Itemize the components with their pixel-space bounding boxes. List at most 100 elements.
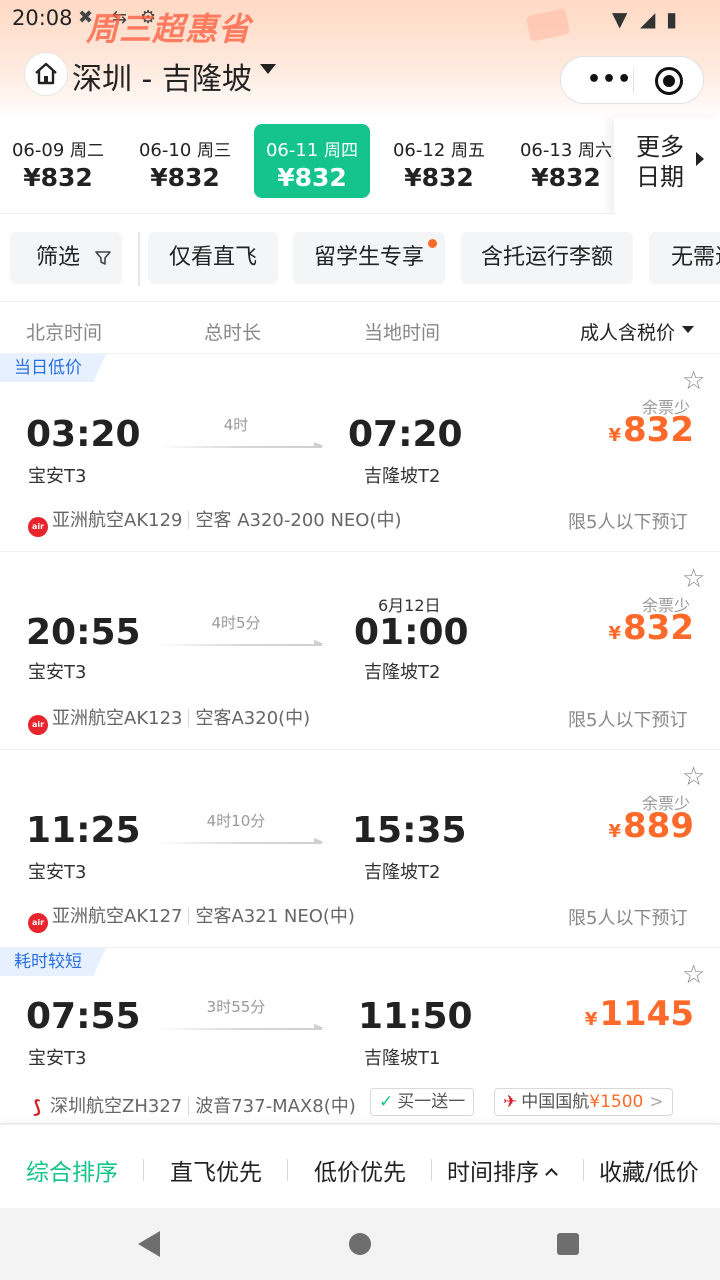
sort-bar: 综合排序 直飞优先 低价优先 时间排序 收藏/低价: [0, 1124, 720, 1208]
weekday-label: 周五: [451, 141, 486, 161]
favorite-star-icon[interactable]: ☆: [682, 762, 705, 792]
airasia-logo-icon: air: [28, 913, 48, 933]
favorite-star-icon[interactable]: ☆: [682, 960, 705, 990]
filter-divider: [138, 232, 140, 286]
arrival-airport: 吉隆坡T2: [364, 662, 441, 683]
chevron-up-icon: [545, 1168, 558, 1181]
home-button[interactable]: [24, 52, 68, 96]
partner-price-badge[interactable]: ✈ 中国国航¥1500 >: [494, 1088, 673, 1116]
chip-baggage[interactable]: 含托运行李额: [461, 232, 633, 284]
column-header: 北京时间 总时长 当地时间 成人含税价: [0, 302, 720, 354]
chip-direct-only[interactable]: 仅看直飞: [148, 232, 278, 284]
airasia-logo-icon: air: [28, 517, 48, 537]
departure-time: 03:20: [26, 414, 141, 455]
system-nav-bar: [0, 1208, 720, 1280]
date-item[interactable]: 06-12 周五 ¥832: [381, 124, 497, 198]
flight-card[interactable]: ☆ 11:25 宝安T3 4时10分 15:35 吉隆坡T2 余票少 ¥889 …: [0, 750, 720, 948]
date-strip: 06-09 周二 ¥832 06-10 周三 ¥832 06-11 周四 ¥83…: [0, 118, 720, 214]
status-bar: 20:08 ✖ ⇆ ⚙ 周三超惠省 ▼ ◢ ▮: [0, 0, 720, 48]
date-label: 06-11: [265, 140, 319, 161]
airline-info: air 亚洲航空AK123 空客A320(中): [28, 704, 310, 735]
departure-airport: 宝安T3: [28, 662, 87, 683]
arrival-time: 07:20: [348, 414, 463, 455]
favorite-star-icon[interactable]: ☆: [682, 564, 705, 594]
price-sort-toggle[interactable]: 成人含税价: [580, 318, 675, 345]
duration: 4时: [223, 416, 249, 434]
aircraft-type: 波音737-MAX8(中): [195, 1096, 356, 1117]
arrival-airport: 吉隆坡T2: [364, 862, 441, 883]
route-dropdown-icon[interactable]: [260, 64, 276, 74]
chip-student[interactable]: 留学生专享: [293, 232, 445, 284]
divider: [287, 1159, 288, 1181]
aircraft-type: 空客 A320-200 NEO(中): [195, 510, 402, 531]
booking-limit: 限5人以下预订: [568, 710, 688, 731]
chip-no-visa[interactable]: 无需退: [649, 232, 720, 284]
tag-badge: 耗时较短: [0, 948, 106, 976]
more-dates-button[interactable]: 更多日期: [614, 118, 720, 214]
airline-info: ⟆ 深圳航空ZH327 波音737-MAX8(中): [26, 1092, 356, 1118]
duration-arrow-icon: [156, 838, 324, 844]
favorite-star-icon[interactable]: ☆: [682, 366, 705, 396]
weekday-label: 周四: [324, 141, 359, 161]
sort-by-time[interactable]: 时间排序: [447, 1153, 558, 1187]
sort-favorites[interactable]: 收藏/低价: [599, 1153, 699, 1187]
wifi-icon: ▼: [612, 7, 628, 31]
departure-airport: 宝安T3: [28, 466, 87, 487]
duration: 4时10分: [206, 812, 266, 830]
date-item[interactable]: 06-13 周六 ¥832: [508, 124, 624, 198]
promo-badge[interactable]: ✓ 买一送一: [370, 1088, 475, 1116]
sort-comprehensive[interactable]: 综合排序: [26, 1153, 118, 1187]
col-total-duration: 总时长: [204, 322, 262, 344]
sort-low-price[interactable]: 低价优先: [314, 1153, 406, 1187]
recent-apps-icon[interactable]: [557, 1233, 579, 1255]
promo-banner-text: 周三超惠省: [86, 10, 252, 48]
price-value: 1145: [599, 994, 694, 1034]
check-icon: ✓: [379, 1092, 394, 1112]
airline-info: air 亚洲航空AK127 空客A321 NEO(中): [28, 902, 355, 933]
battery-icon: ▮: [666, 7, 678, 31]
close-miniapp-icon[interactable]: [655, 67, 683, 95]
flight-card[interactable]: 当日低价 ☆ 03:20 宝安T3 4时 07:20 吉隆坡T2 余票少 ¥83…: [0, 354, 720, 552]
date-price: ¥832: [277, 163, 347, 192]
duration-arrow-icon: [156, 442, 324, 448]
more-dates-label: 更多日期: [636, 133, 684, 191]
shenzhen-airlines-logo-icon: ⟆: [32, 1097, 42, 1118]
duration-arrow-icon: [156, 1024, 324, 1030]
back-icon[interactable]: [138, 1231, 160, 1257]
divider: [188, 709, 190, 727]
route-title[interactable]: 深圳 - 吉隆坡: [72, 54, 252, 98]
departure-time: 11:25: [26, 810, 141, 851]
col-local-time: 当地时间: [364, 322, 441, 344]
airline-flight: 深圳航空ZH327: [50, 1096, 183, 1117]
currency-symbol: ¥: [608, 623, 622, 644]
duration: 3时55分: [206, 998, 266, 1016]
capsule-divider: [633, 69, 634, 93]
arrival-time: 15:35: [352, 810, 467, 851]
promo-decoration: [525, 8, 571, 42]
filter-button[interactable]: 筛选: [10, 232, 122, 284]
promo-badge-label: 买一送一: [397, 1092, 466, 1112]
home-nav-icon[interactable]: [349, 1233, 371, 1255]
flight-card[interactable]: 耗时较短 ☆ 07:55 宝安T3 3时55分 11:50 吉隆坡T1 ¥114…: [0, 948, 720, 1124]
header: 20:08 ✖ ⇆ ⚙ 周三超惠省 ▼ ◢ ▮ 深圳 - 吉隆坡 •••: [0, 0, 720, 120]
divider: [188, 1097, 190, 1115]
currency-symbol: ¥: [608, 425, 622, 446]
funnel-icon: [95, 251, 111, 265]
miniapp-capsule: •••: [560, 56, 704, 104]
date-item[interactable]: 06-10 周三 ¥832: [127, 124, 243, 198]
sort-direct-first[interactable]: 直飞优先: [170, 1153, 262, 1187]
divider: [583, 1159, 584, 1181]
aircraft-type: 空客A320(中): [195, 708, 311, 729]
currency-symbol: ¥: [608, 821, 622, 842]
caret-down-icon: [682, 326, 694, 333]
date-item-selected[interactable]: 06-11 周四 ¥832: [254, 124, 370, 198]
date-label: 06-10: [138, 140, 192, 161]
date-item[interactable]: 06-09 周二 ¥832: [0, 124, 116, 198]
flight-card[interactable]: ☆ 20:55 宝安T3 4时5分 6月12日 01:00 吉隆坡T2 余票少 …: [0, 552, 720, 750]
home-icon: [35, 62, 57, 85]
more-menu-icon[interactable]: •••: [587, 67, 632, 92]
price: ¥832: [594, 608, 694, 648]
airline-flight: 亚洲航空AK127: [52, 906, 183, 927]
air-china-logo-icon: ✈: [503, 1092, 518, 1112]
chip-label: 含托运行李额: [480, 245, 613, 270]
